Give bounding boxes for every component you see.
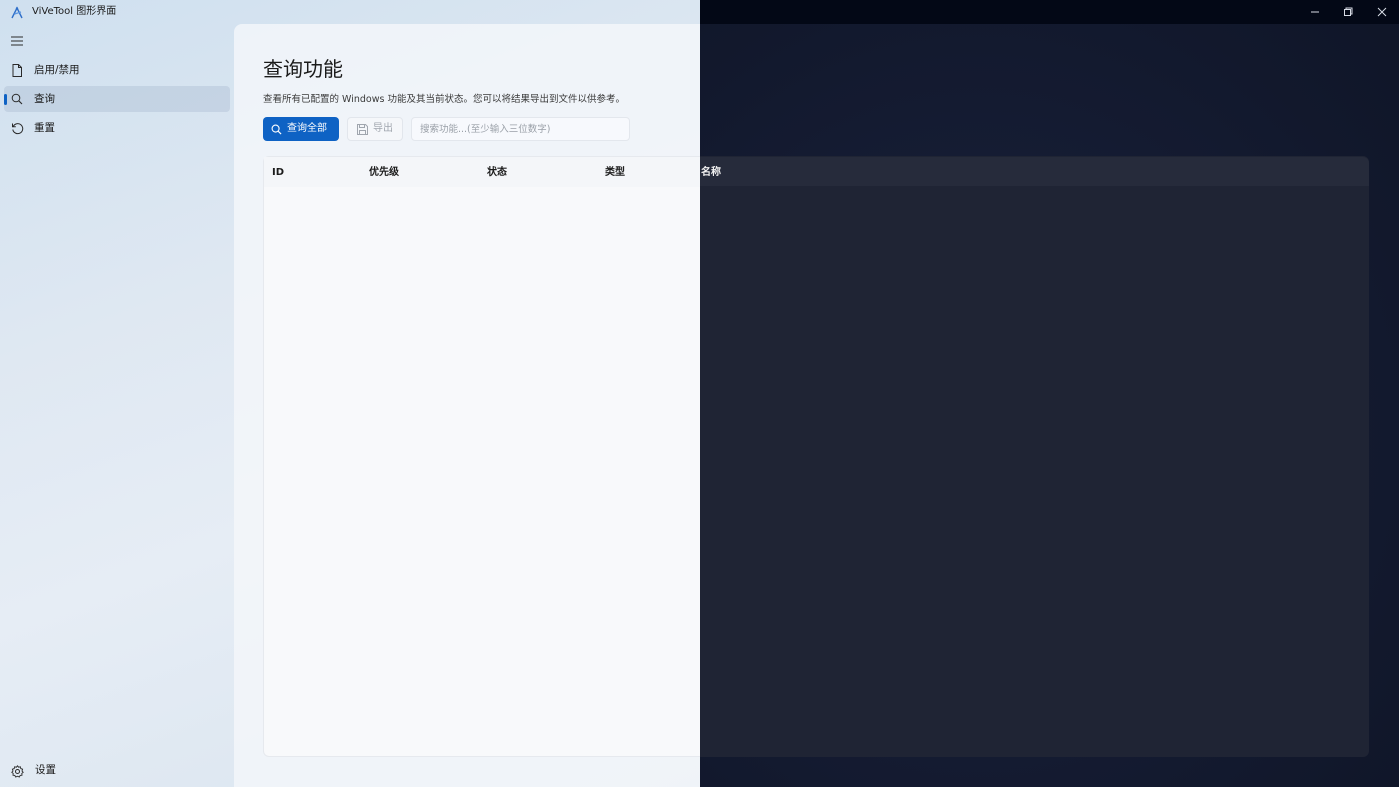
page-title: 查询功能 [263,57,343,81]
hamburger-icon [11,36,23,46]
nav-item-label: 重置 [34,122,55,134]
page-description: 查看所有已配置的 Windows 功能及其当前状态。您可以将结果导出到文件以供参… [263,94,625,105]
restore-button[interactable] [1331,0,1365,24]
save-icon [357,123,368,135]
window-title: ViVeTool 图形界面 [32,6,117,17]
navigation-sidebar: 启用/禁用 查询 重置 [0,24,234,787]
minimize-button[interactable] [1298,0,1332,24]
column-header-priority[interactable]: 优先级 [369,166,399,179]
column-header-id[interactable]: ID [272,166,284,179]
nav-item-query[interactable]: 查询 [4,86,230,112]
close-button[interactable] [1365,0,1399,24]
title-bar: ViVeTool 图形界面 [0,0,1399,24]
nav-item-enable-disable[interactable]: 启用/禁用 [4,57,230,83]
nav-item-label: 查询 [34,93,55,105]
restore-icon [1344,7,1353,16]
gear-icon [11,763,25,778]
close-icon [1377,7,1387,17]
settings-label: 设置 [35,764,56,776]
menu-toggle-button[interactable] [6,32,28,50]
document-icon [10,63,24,77]
table-header-row [264,157,700,187]
feature-search-input[interactable] [411,117,630,141]
column-header-name[interactable]: 名称 [701,166,721,179]
query-all-label: 查询全部 [287,123,327,134]
selection-indicator [4,94,7,105]
table-header-row-dark-half [700,157,1369,186]
export-label: 导出 [373,123,393,134]
column-header-type[interactable]: 类型 [605,166,625,179]
vivetool-logo-icon [10,5,24,19]
nav-item-label: 启用/禁用 [34,64,80,76]
nav-item-reset[interactable]: 重置 [4,115,230,141]
search-icon [10,92,24,106]
results-table-dark-half [700,156,1369,757]
export-button[interactable]: 导出 [347,117,403,141]
results-table [263,156,700,757]
column-header-state[interactable]: 状态 [487,166,507,179]
reset-icon [10,121,24,135]
query-all-button[interactable]: 查询全部 [263,117,339,141]
nav-item-settings[interactable]: 设置 [4,758,230,782]
minimize-icon [1311,11,1319,13]
search-icon [271,124,282,135]
